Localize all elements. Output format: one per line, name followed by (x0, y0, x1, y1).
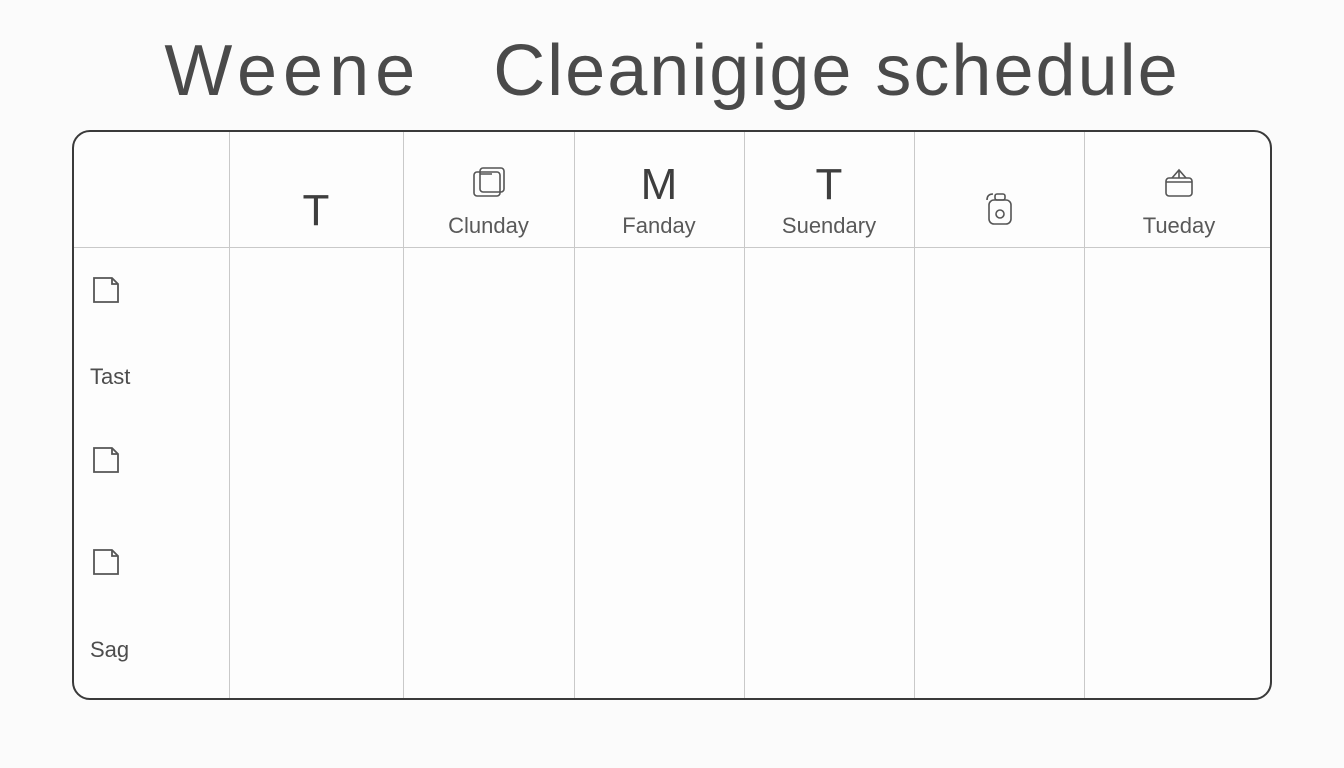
title-part1: Weene (164, 31, 421, 111)
note-icon (88, 544, 124, 585)
grid-divider (74, 247, 1270, 248)
task-row: Tast (88, 364, 218, 390)
day-label: Fanday (622, 213, 695, 239)
schedule-grid: T Clunday M Fanday T Suendary (72, 130, 1272, 700)
day-column-header: M Fanday (574, 132, 744, 247)
task-row: Sag (88, 637, 218, 663)
task-row (88, 442, 218, 483)
schedule-page: Weene Cleanigige schedule T Clu (0, 0, 1344, 768)
day-column-header: T Suendary (744, 132, 914, 247)
day-column-header (914, 132, 1084, 247)
day-column-header: Tueday (1084, 132, 1272, 247)
jug-icon (979, 188, 1019, 233)
task-row (88, 272, 218, 313)
note-icon (88, 442, 124, 483)
day-letter: T (303, 189, 330, 233)
box-icon (1158, 164, 1200, 207)
day-label: Clunday (448, 213, 529, 239)
day-label: Suendary (782, 213, 876, 239)
day-column-header: T (229, 132, 403, 247)
title-part2: Cleanigige schedule (493, 31, 1179, 111)
folder-icon (468, 164, 510, 207)
day-column-header: Clunday (403, 132, 574, 247)
task-row (88, 544, 218, 585)
page-title: Weene Cleanigige schedule (0, 30, 1344, 112)
day-letter: T (816, 163, 843, 207)
task-label: Tast (90, 364, 130, 390)
day-label: Tueday (1143, 213, 1216, 239)
task-label: Sag (90, 637, 129, 663)
note-icon (88, 272, 124, 313)
day-letter: M (641, 163, 678, 207)
